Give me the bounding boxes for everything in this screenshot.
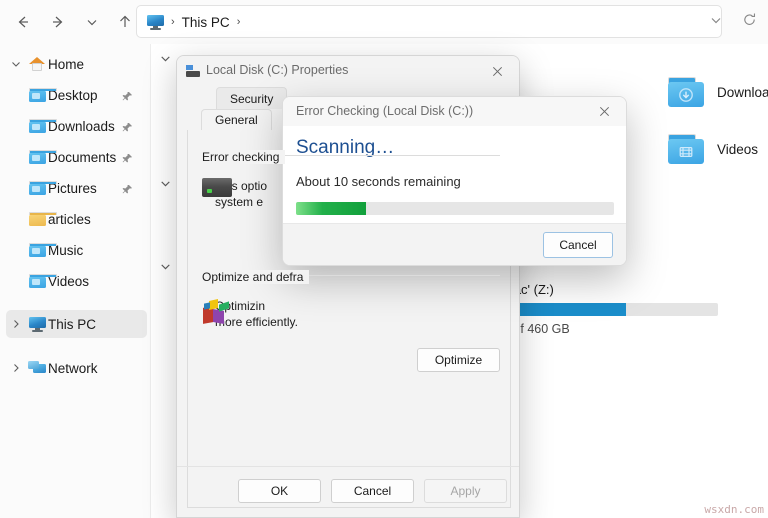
sidebar-item-pictures[interactable]: Pictures xyxy=(26,174,147,202)
time-remaining-text: About 10 seconds remaining xyxy=(296,174,461,189)
breadcrumb-item-this-pc[interactable]: This PC xyxy=(182,15,230,30)
address-dropdown-button[interactable] xyxy=(703,9,729,35)
pin-icon[interactable] xyxy=(122,120,133,138)
drive-capacity-text: e of 460 GB xyxy=(503,322,570,336)
downloads-folder-icon xyxy=(667,77,705,108)
this-pc-icon xyxy=(26,316,48,332)
chevron-right-icon[interactable] xyxy=(6,362,26,374)
optimize-button[interactable]: Optimize xyxy=(417,348,500,372)
footer-divider xyxy=(177,466,519,467)
chevron-down-icon-2[interactable] xyxy=(159,177,172,195)
hard-disk-icon xyxy=(186,65,200,77)
network-icon xyxy=(26,361,48,375)
recent-locations-button[interactable] xyxy=(79,9,105,35)
properties-title: Local Disk (C:) Properties xyxy=(206,63,349,77)
properties-title-bar[interactable]: Local Disk (C:) Properties xyxy=(177,56,519,87)
folder-icon xyxy=(26,181,57,195)
sidebar-item-label: Downloads xyxy=(48,118,115,134)
videos-folder-icon xyxy=(667,134,705,165)
chevron-down-icon-3[interactable] xyxy=(159,260,172,278)
scan-progress-fill xyxy=(296,202,366,215)
tab-security[interactable]: Security xyxy=(216,87,288,109)
up-button[interactable] xyxy=(112,9,138,35)
scan-progress-bar xyxy=(296,202,614,215)
chevron-down-icon xyxy=(85,15,99,29)
sidebar-item-desktop[interactable]: Desktop xyxy=(26,81,147,109)
scan-cancel-button[interactable]: Cancel xyxy=(543,232,613,258)
sidebar-item-home[interactable]: Home xyxy=(6,50,147,78)
tile-downloads[interactable]: Downloads xyxy=(667,77,768,108)
refresh-button[interactable] xyxy=(736,9,762,35)
drive-item-z[interactable]: Mac' (Z:) e of 460 GB xyxy=(503,282,718,336)
error-checking-title-bar[interactable]: Error Checking (Local Disk (C:)) xyxy=(283,97,626,126)
pin-icon[interactable] xyxy=(122,89,133,107)
tile-label: Videos xyxy=(717,142,759,157)
sidebar-item-this-pc[interactable]: This PC xyxy=(6,310,147,338)
sidebar-item-videos[interactable]: Videos xyxy=(26,267,147,295)
arrow-left-icon xyxy=(15,14,31,30)
tile-label: Downloads xyxy=(717,85,768,100)
error-checking-footer: Cancel xyxy=(283,223,626,265)
ok-button[interactable]: OK xyxy=(238,479,321,503)
this-pc-icon xyxy=(147,15,164,30)
folder-icon xyxy=(26,88,57,102)
pin-icon[interactable] xyxy=(122,182,133,200)
pin-icon[interactable] xyxy=(122,151,133,169)
folder-yellow-icon xyxy=(26,212,57,226)
chevron-right-icon[interactable] xyxy=(6,318,26,330)
close-icon[interactable] xyxy=(582,97,626,126)
chevron-down-icon[interactable] xyxy=(159,52,172,70)
address-bar[interactable]: › This PC › xyxy=(136,5,722,38)
breadcrumb-separator: › xyxy=(171,16,175,28)
folder-icon xyxy=(26,274,57,288)
sidebar-item-network[interactable]: Network xyxy=(6,354,147,382)
sidebar-item-music[interactable]: Music xyxy=(26,236,147,264)
home-icon xyxy=(26,57,48,71)
sidebar-item-label: This PC xyxy=(48,316,97,332)
tab-general[interactable]: General xyxy=(201,109,272,131)
navigation-pane: Home Desktop Downloads Documents Picture… xyxy=(0,44,150,518)
drive-usage-bar xyxy=(503,303,718,316)
sidebar-item-downloads[interactable]: Downloads xyxy=(26,112,147,140)
sidebar-item-documents[interactable]: Documents xyxy=(26,143,147,171)
optimize-desc-line2: more efficiently. xyxy=(215,315,298,329)
error-checking-heading: Error checking xyxy=(202,150,286,164)
error-checking-dialog: Error Checking (Local Disk (C:)) Scannin… xyxy=(282,96,627,266)
drive-name: Mac' (Z:) xyxy=(503,282,554,297)
optimize-heading: Optimize and defra xyxy=(202,270,310,284)
cancel-button[interactable]: Cancel xyxy=(331,479,414,503)
tile-videos[interactable]: Videos xyxy=(667,134,758,165)
forward-button[interactable] xyxy=(45,9,71,35)
arrow-up-icon xyxy=(117,14,133,30)
close-icon[interactable] xyxy=(475,56,519,87)
sidebar-item-label: Documents xyxy=(48,149,117,165)
watermark: wsxdn.com xyxy=(704,503,764,516)
error-checking-title: Error Checking (Local Disk (C:)) xyxy=(296,104,474,118)
breadcrumb: › This PC › xyxy=(147,6,240,39)
folder-icon xyxy=(26,243,57,257)
arrow-right-icon xyxy=(50,14,66,30)
chevron-down-icon xyxy=(709,13,723,32)
sidebar-item-articles[interactable]: articles xyxy=(26,205,147,233)
folder-icon xyxy=(26,150,57,164)
breadcrumb-separator-2: › xyxy=(236,16,241,28)
chevron-down-icon xyxy=(6,58,26,70)
back-button[interactable] xyxy=(10,9,36,35)
refresh-icon xyxy=(742,12,757,32)
apply-button: Apply xyxy=(424,479,507,503)
folder-icon xyxy=(26,119,57,133)
optimize-section: Optimize and defra Optimizin more effici… xyxy=(202,268,500,372)
explorer-toolbar: › This PC › xyxy=(0,0,768,44)
drive-usage-fill xyxy=(503,303,626,316)
sidebar-item-label: Network xyxy=(48,360,98,376)
error-checking-body: Scanning… About 10 seconds remaining xyxy=(283,126,626,238)
sidebar-item-label: Home xyxy=(48,56,85,72)
properties-footer-buttons: OK Cancel Apply xyxy=(177,479,519,503)
